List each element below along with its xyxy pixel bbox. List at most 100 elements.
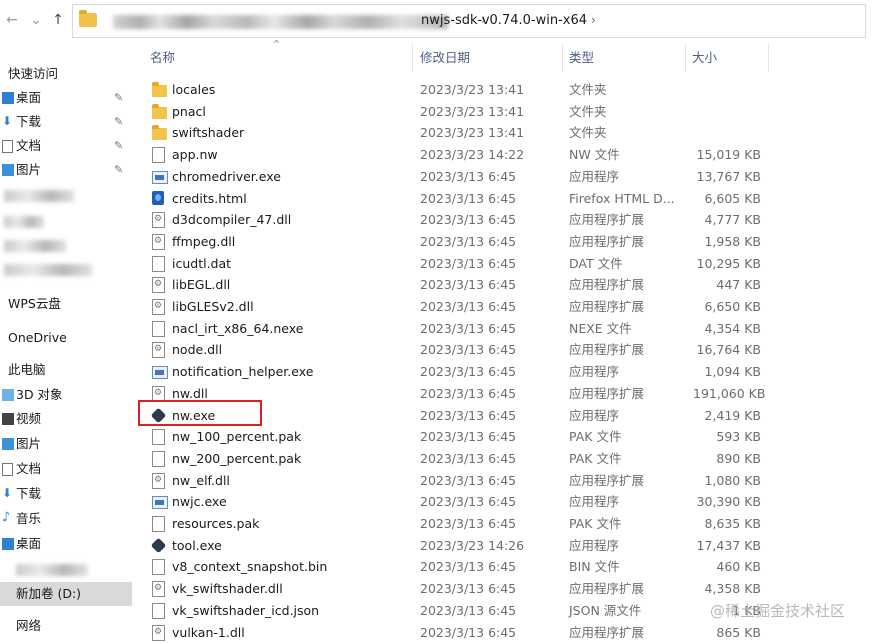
file-name: tool.exe (172, 535, 222, 557)
file-type: 应用程序扩展 (569, 274, 644, 296)
file-size: 15,019 KB (693, 144, 761, 166)
back-icon[interactable]: ← (4, 10, 20, 30)
nav-item-3d-objects[interactable]: 3D 对象 (0, 383, 132, 407)
navigation-pane: 快速访问 桌面 ✎ ⬇ 下载 ✎ 文档 ✎ 图片 ✎ WPS云盘 OneDriv… (0, 42, 132, 641)
pin-icon[interactable]: ✎ (114, 86, 123, 110)
nav-item-desktop-pc[interactable]: 桌面 (0, 532, 132, 556)
file-row[interactable]: notification_helper.exe2023/3/13 6:45应用程… (140, 361, 780, 383)
nav-item-pictures[interactable]: 图片 ✎ (0, 158, 132, 182)
column-header-type[interactable]: 类型 (569, 42, 594, 74)
file-icon (152, 451, 165, 467)
nav-item-downloads-pc[interactable]: ⬇ 下载 (0, 482, 132, 506)
file-name: icudtl.dat (172, 253, 231, 275)
nav-item-drive-d[interactable]: 新加卷 (D:) (0, 582, 132, 606)
nav-item-documents[interactable]: 文档 ✎ (0, 134, 132, 158)
file-row[interactable]: v8_context_snapshot.bin2023/3/13 6:45BIN… (140, 556, 780, 578)
file-date: 2023/3/13 6:45 (420, 448, 516, 470)
file-size: 447 KB (693, 274, 761, 296)
address-bar[interactable]: › nwjs-sdk-v0.74.0-win-x64 › (72, 4, 866, 38)
nav-item-this-pc[interactable]: 此电脑 (0, 358, 132, 382)
breadcrumb-current[interactable]: nwjs-sdk-v0.74.0-win-x64 (421, 13, 587, 28)
file-row[interactable]: app.nw2023/3/23 14:22NW 文件15,019 KB (140, 144, 780, 166)
file-size: 1,958 KB (693, 231, 761, 253)
file-row[interactable]: locales2023/3/23 13:41文件夹 (140, 79, 780, 101)
file-row[interactable]: nw_200_percent.pak2023/3/13 6:45PAK 文件89… (140, 448, 780, 470)
application-icon (152, 496, 168, 509)
file-row[interactable]: libEGL.dll2023/3/13 6:45应用程序扩展447 KB (140, 274, 780, 296)
pin-icon[interactable]: ✎ (114, 110, 123, 134)
file-row[interactable]: libGLESv2.dll2023/3/13 6:45应用程序扩展6,650 K… (140, 296, 780, 318)
file-size: 191,060 KB (693, 383, 761, 405)
redacted-path (113, 15, 448, 29)
pin-icon[interactable]: ✎ (114, 134, 123, 158)
file-date: 2023/3/13 6:45 (420, 231, 516, 253)
dll-file-icon (152, 625, 165, 641)
nav-item-label: 网络 (16, 614, 41, 638)
column-header-date[interactable]: 修改日期 (420, 42, 470, 74)
file-row[interactable]: nw_elf.dll2023/3/13 6:45应用程序扩展1,080 KB (140, 470, 780, 492)
column-divider[interactable] (562, 44, 563, 72)
chevron-right-icon[interactable]: › (591, 13, 596, 27)
file-row[interactable]: vk_swiftshader.dll2023/3/13 6:45应用程序扩展4,… (140, 578, 780, 600)
nav-item-downloads[interactable]: ⬇ 下载 ✎ (0, 110, 132, 134)
column-divider[interactable] (768, 44, 769, 72)
nav-item-documents-pc[interactable]: 文档 (0, 457, 132, 481)
sort-ascending-icon[interactable]: ⌃ (272, 38, 281, 51)
nav-item-label: 图片 (16, 432, 41, 456)
file-size: 8,635 KB (693, 513, 761, 535)
file-name: locales (172, 79, 215, 101)
column-divider[interactable] (685, 44, 686, 72)
nav-item-onedrive[interactable]: OneDrive (0, 326, 132, 350)
pictures-icon (2, 438, 14, 450)
nav-item-network[interactable]: 网络 (0, 614, 132, 638)
dropdown-recent-icon[interactable]: ⌄ (28, 10, 44, 30)
file-row[interactable]: nwjc.exe2023/3/13 6:45应用程序30,390 KB (140, 491, 780, 513)
file-row[interactable]: node.dll2023/3/13 6:45应用程序扩展16,764 KB (140, 339, 780, 361)
file-size (693, 79, 761, 101)
file-row[interactable]: swiftshader2023/3/23 13:41文件夹 (140, 122, 780, 144)
download-icon: ⬇ (2, 115, 14, 127)
file-size: 1,080 KB (693, 470, 761, 492)
nav-item-wps-cloud[interactable]: WPS云盘 (0, 292, 132, 316)
file-row[interactable]: chromedriver.exe2023/3/13 6:45应用程序13,767… (140, 166, 780, 188)
file-size: 6,650 KB (693, 296, 761, 318)
file-size: 17,437 KB (693, 535, 761, 557)
file-row[interactable]: nw_100_percent.pak2023/3/13 6:45PAK 文件59… (140, 426, 780, 448)
file-row[interactable]: d3dcompiler_47.dll2023/3/13 6:45应用程序扩展4,… (140, 209, 780, 231)
nav-item-pictures-pc[interactable]: 图片 (0, 432, 132, 456)
file-row[interactable]: vulkan-1.dll2023/3/13 6:45应用程序扩展865 KB (140, 622, 780, 643)
file-type: JSON 源文件 (569, 600, 641, 622)
nav-item-music[interactable]: ♪ 音乐 (0, 507, 132, 531)
file-date: 2023/3/13 6:45 (420, 600, 516, 622)
file-row[interactable]: nacl_irt_x86_64.nexe2023/3/13 6:45NEXE 文… (140, 318, 780, 340)
nav-item-quick-access[interactable]: 快速访问 (0, 62, 132, 86)
file-type: 应用程序扩展 (569, 209, 644, 231)
file-size: 6,605 KB (693, 188, 761, 210)
pin-icon[interactable]: ✎ (114, 158, 123, 182)
nav-item-videos[interactable]: 视频 (0, 407, 132, 431)
file-date: 2023/3/13 6:45 (420, 622, 516, 643)
nav-item-label: 音乐 (16, 507, 41, 531)
file-name: swiftshader (172, 122, 244, 144)
up-arrow-icon[interactable]: ↑ (50, 10, 66, 30)
file-date: 2023/3/13 6:45 (420, 166, 516, 188)
file-row[interactable]: tool.exe2023/3/23 14:26应用程序17,437 KB (140, 535, 780, 557)
column-divider[interactable] (412, 44, 413, 72)
watermark: @稀土掘金技术社区 (710, 600, 845, 621)
file-name: pnacl (172, 101, 206, 123)
column-header-size[interactable]: 大小 (692, 42, 717, 74)
file-row[interactable]: resources.pak2023/3/13 6:45PAK 文件8,635 K… (140, 513, 780, 535)
file-row[interactable]: ffmpeg.dll2023/3/13 6:45应用程序扩展1,958 KB (140, 231, 780, 253)
file-name: nacl_irt_x86_64.nexe (172, 318, 303, 340)
desktop-icon (2, 92, 14, 104)
nav-item-label: 3D 对象 (16, 383, 63, 407)
column-header-name[interactable]: 名称 (150, 42, 175, 74)
nav-item-label: 视频 (16, 407, 41, 431)
nav-item-desktop[interactable]: 桌面 ✎ (0, 86, 132, 110)
file-row[interactable]: credits.html2023/3/13 6:45Firefox HTML D… (140, 188, 780, 210)
file-row[interactable]: icudtl.dat2023/3/13 6:45DAT 文件10,295 KB (140, 253, 780, 275)
file-size: 16,764 KB (693, 339, 761, 361)
file-name: chromedriver.exe (172, 166, 281, 188)
file-row[interactable]: pnacl2023/3/23 13:41文件夹 (140, 101, 780, 123)
file-row[interactable]: vk_swiftshader_icd.json2023/3/13 6:45JSO… (140, 600, 780, 622)
